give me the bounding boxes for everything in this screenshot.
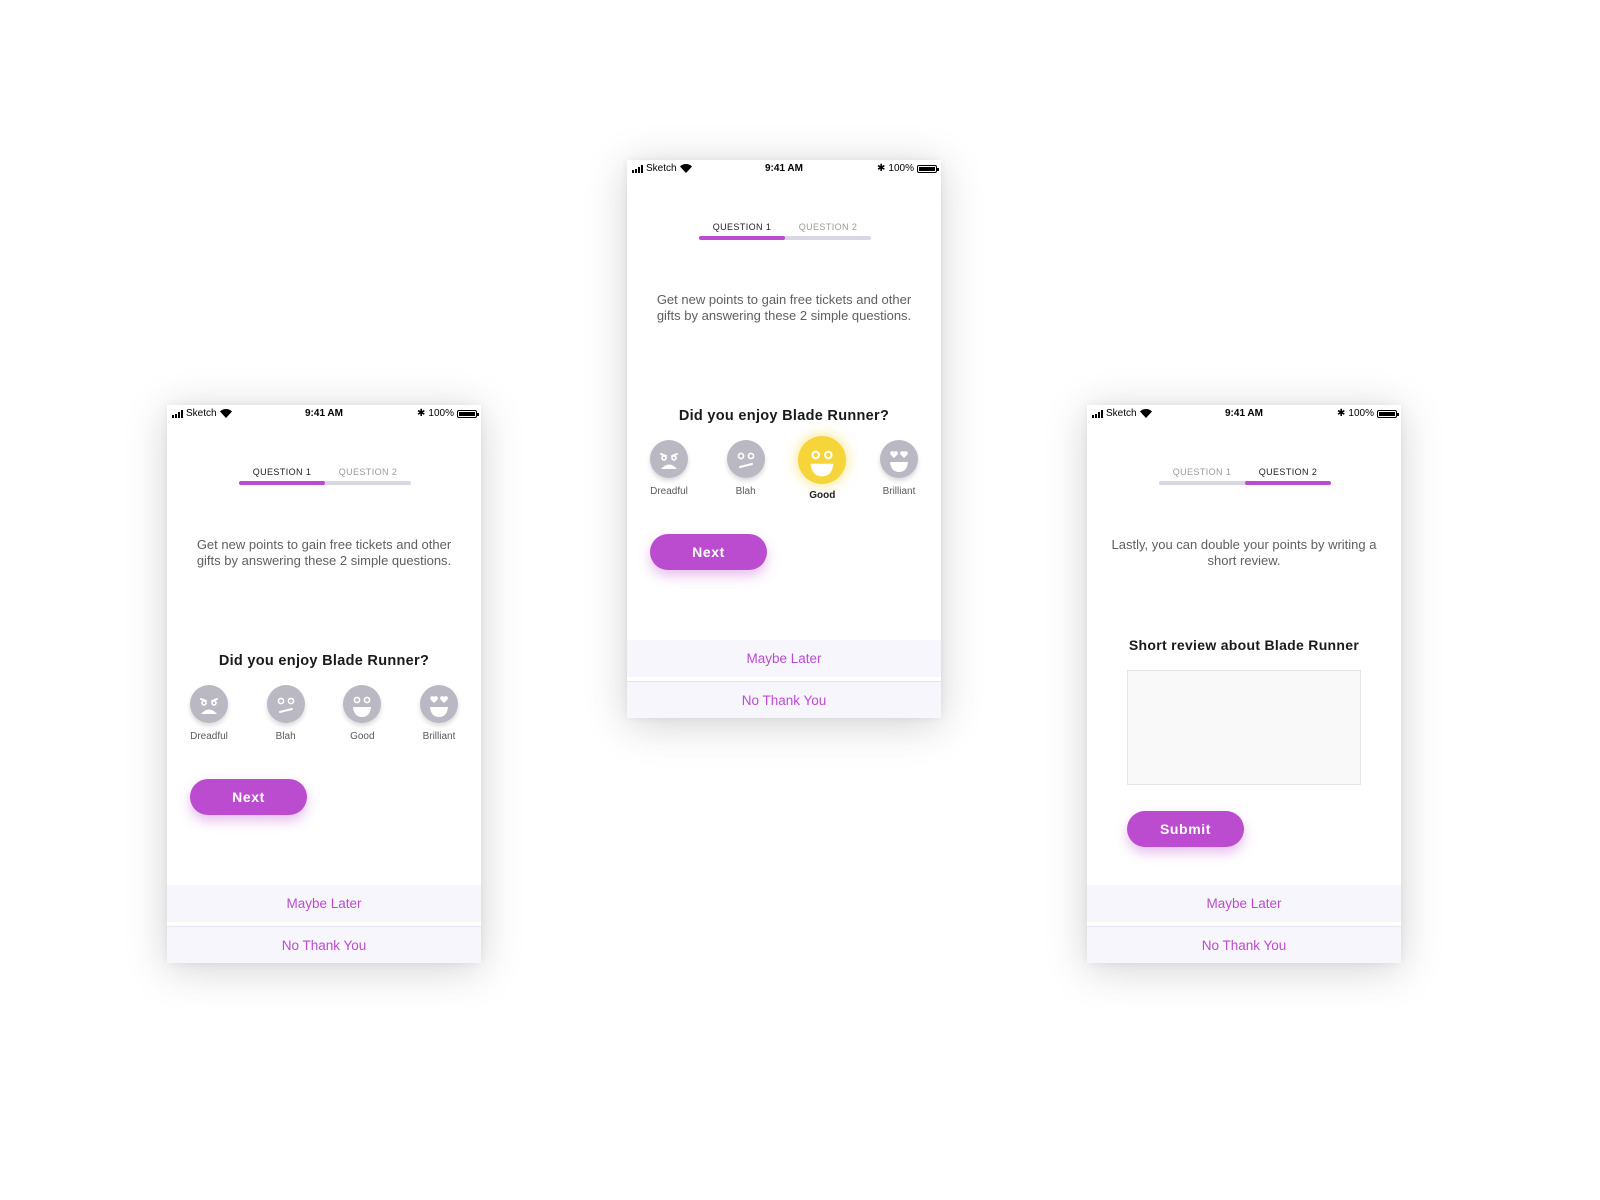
bluetooth-icon: ✱ bbox=[1337, 408, 1346, 419]
footer-actions: Maybe Later No Thank You bbox=[167, 885, 481, 963]
rating-brilliant[interactable]: Brilliant bbox=[870, 440, 928, 501]
maybe-later-button[interactable]: Maybe Later bbox=[167, 885, 481, 922]
status-bar: Sketch 9:41 AM ✱ 100% bbox=[627, 160, 941, 178]
question-tabs: QUESTION 1 QUESTION 2 bbox=[699, 222, 871, 240]
rating-label: Dreadful bbox=[190, 731, 228, 742]
no-thank-you-button[interactable]: No Thank You bbox=[627, 681, 941, 718]
progress-track bbox=[239, 481, 411, 485]
intro-text: Lastly, you can double your points by wr… bbox=[1111, 537, 1377, 568]
next-button[interactable]: Next bbox=[650, 534, 767, 570]
rating-blah[interactable]: Blah bbox=[717, 440, 775, 501]
rating-good[interactable]: Good bbox=[333, 685, 391, 742]
battery-icon bbox=[1377, 409, 1399, 418]
angry-face-icon bbox=[190, 685, 228, 723]
tab-question-2[interactable]: QUESTION 2 bbox=[1245, 467, 1331, 477]
intro-text: Get new points to gain free tickets and … bbox=[656, 292, 912, 323]
tab-question-2[interactable]: QUESTION 2 bbox=[785, 222, 871, 232]
tab-question-1[interactable]: QUESTION 1 bbox=[699, 222, 785, 232]
battery-percent: 100% bbox=[1348, 408, 1374, 419]
heart-eyes-face-icon bbox=[419, 685, 458, 723]
phone-screen-question-1-selected: Sketch 9:41 AM ✱ 100% QUESTION 1 QUESTIO… bbox=[627, 160, 941, 718]
rating-dreadful[interactable]: Dreadful bbox=[180, 685, 238, 742]
rating-options: Dreadful Blah Good Brilliant bbox=[640, 436, 928, 501]
angry-face-icon bbox=[650, 440, 688, 478]
battery-icon bbox=[917, 164, 939, 173]
progress-track bbox=[1159, 481, 1331, 485]
footer-actions: Maybe Later No Thank You bbox=[627, 640, 941, 718]
battery-percent: 100% bbox=[888, 163, 914, 174]
battery-icon bbox=[457, 409, 479, 418]
smile-face-icon bbox=[343, 685, 382, 723]
rating-good-selected[interactable]: Good bbox=[793, 436, 851, 501]
smile-face-icon bbox=[798, 436, 847, 484]
no-thank-you-button[interactable]: No Thank You bbox=[167, 926, 481, 963]
rating-brilliant[interactable]: Brilliant bbox=[410, 685, 468, 742]
question-tabs: QUESTION 1 QUESTION 2 bbox=[1159, 467, 1331, 485]
rating-label: Blah bbox=[275, 731, 296, 742]
heart-eyes-face-icon bbox=[879, 440, 918, 478]
phone-screen-question-1: Sketch 9:41 AM ✱ 100% QUESTION 1 QUESTIO… bbox=[167, 405, 481, 963]
rating-label: Brilliant bbox=[422, 731, 456, 742]
rating-dreadful[interactable]: Dreadful bbox=[640, 440, 698, 501]
status-bar: Sketch 9:41 AM ✱ 100% bbox=[167, 405, 481, 423]
bluetooth-icon: ✱ bbox=[417, 408, 426, 419]
submit-button[interactable]: Submit bbox=[1127, 811, 1244, 847]
rating-label: Good bbox=[350, 731, 375, 742]
rating-label: Brilliant bbox=[882, 486, 916, 497]
tab-question-1[interactable]: QUESTION 1 bbox=[1159, 467, 1245, 477]
phone-screen-question-2: Sketch 9:41 AM ✱ 100% QUESTION 1 QUESTIO… bbox=[1087, 405, 1401, 963]
meh-face-icon bbox=[266, 685, 305, 723]
rating-label: Blah bbox=[735, 486, 756, 497]
progress-indicator bbox=[699, 236, 785, 240]
maybe-later-button[interactable]: Maybe Later bbox=[1087, 885, 1401, 922]
question-title: Did you enjoy Blade Runner? bbox=[678, 408, 890, 424]
maybe-later-button[interactable]: Maybe Later bbox=[627, 640, 941, 677]
question-title: Did you enjoy Blade Runner? bbox=[218, 653, 430, 669]
progress-indicator bbox=[239, 481, 325, 485]
meh-face-icon bbox=[726, 440, 765, 478]
battery-percent: 100% bbox=[428, 408, 454, 419]
intro-text: Get new points to gain free tickets and … bbox=[196, 537, 452, 568]
rating-blah[interactable]: Blah bbox=[257, 685, 315, 742]
rating-options: Dreadful Blah Good Brilliant bbox=[180, 685, 468, 742]
review-label: Short review about Blade Runner bbox=[1128, 637, 1360, 653]
bluetooth-icon: ✱ bbox=[877, 163, 886, 174]
review-textarea[interactable] bbox=[1127, 670, 1361, 785]
question-tabs: QUESTION 1 QUESTION 2 bbox=[239, 467, 411, 485]
tab-question-2[interactable]: QUESTION 2 bbox=[325, 467, 411, 477]
rating-label: Dreadful bbox=[650, 486, 688, 497]
rating-label: Good bbox=[809, 490, 836, 501]
footer-actions: Maybe Later No Thank You bbox=[1087, 885, 1401, 963]
status-bar: Sketch 9:41 AM ✱ 100% bbox=[1087, 405, 1401, 423]
no-thank-you-button[interactable]: No Thank You bbox=[1087, 926, 1401, 963]
progress-track bbox=[699, 236, 871, 240]
progress-indicator bbox=[1245, 481, 1331, 485]
tab-question-1[interactable]: QUESTION 1 bbox=[239, 467, 325, 477]
next-button[interactable]: Next bbox=[190, 779, 307, 815]
